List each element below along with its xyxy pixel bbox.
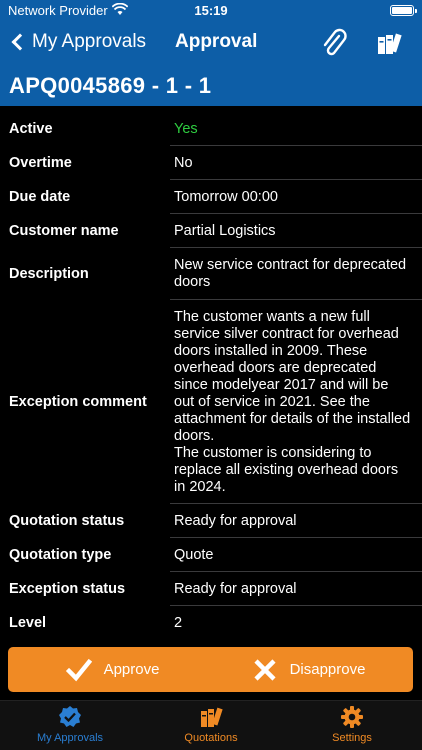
paperclip-icon[interactable] bbox=[320, 28, 348, 58]
field-label: Active bbox=[9, 121, 53, 137]
gear-icon bbox=[341, 706, 363, 728]
books-icon bbox=[201, 707, 223, 727]
field-row-exception-status: Exception status Ready for approval bbox=[0, 572, 422, 606]
tab-label: Quotations bbox=[184, 732, 238, 744]
chevron-left-icon bbox=[11, 33, 29, 51]
field-label: Description bbox=[9, 266, 89, 282]
field-label: Due date bbox=[9, 189, 71, 205]
field-value: Yes bbox=[174, 120, 198, 137]
field-value: Quote bbox=[174, 546, 214, 563]
tab-quotations[interactable]: Quotations bbox=[141, 705, 281, 744]
status-bar: Network Provider 15:19 bbox=[0, 0, 422, 22]
disapprove-label: Disapprove bbox=[289, 661, 366, 678]
field-value: Tomorrow 00:00 bbox=[174, 188, 278, 205]
field-value: New service contract for deprecated door… bbox=[174, 257, 407, 290]
field-label: Level bbox=[9, 615, 47, 631]
field-row-customer-name: Customer name Partial Logistics bbox=[0, 214, 422, 248]
tab-my-approvals[interactable]: My Approvals bbox=[0, 705, 140, 744]
field-row-exception-comment: Exception comment The customer wants a n… bbox=[0, 300, 422, 504]
checkmark-icon bbox=[65, 658, 92, 681]
books-icon[interactable] bbox=[376, 30, 402, 56]
field-label: Overtime bbox=[9, 155, 72, 171]
record-title: APQ0045869 - 1 - 1 bbox=[9, 73, 212, 98]
field-value: Ready for approval bbox=[174, 512, 297, 529]
page-title: Approval bbox=[175, 31, 258, 52]
field-row-due-date: Due date Tomorrow 00:00 bbox=[0, 180, 422, 214]
field-label: Quotation status bbox=[9, 513, 125, 529]
field-row-quotation-type: Quotation type Quote bbox=[0, 538, 422, 572]
approve-label: Approve bbox=[103, 661, 160, 678]
tab-settings[interactable]: Settings bbox=[282, 705, 422, 744]
field-value: No bbox=[174, 154, 193, 171]
field-value: Ready for approval bbox=[174, 580, 297, 597]
field-row-level: Level 2 bbox=[0, 606, 422, 640]
tab-bar: My Approvals Quotations Settings bbox=[0, 700, 422, 750]
check-badge-icon bbox=[59, 706, 81, 727]
back-label: My Approvals bbox=[32, 31, 147, 52]
tab-label: My Approvals bbox=[36, 732, 104, 744]
disapprove-button[interactable]: Disapprove bbox=[204, 647, 413, 692]
field-value: Partial Logistics bbox=[174, 222, 276, 239]
field-row-quotation-status: Quotation status Ready for approval bbox=[0, 504, 422, 538]
tab-label: Settings bbox=[332, 732, 372, 744]
field-row-description: Description New service contract for dep… bbox=[0, 248, 422, 300]
field-label: Exception comment bbox=[9, 394, 147, 410]
field-row-active: Active Yes bbox=[0, 112, 422, 146]
field-label: Quotation type bbox=[9, 547, 112, 563]
field-row-overtime: Overtime No bbox=[0, 146, 422, 180]
field-label: Exception status bbox=[9, 581, 126, 597]
back-button[interactable]: My Approvals bbox=[10, 31, 146, 53]
field-label: Customer name bbox=[9, 223, 119, 239]
approve-button[interactable]: Approve bbox=[8, 647, 217, 692]
close-icon bbox=[253, 658, 276, 681]
field-value: 2 bbox=[174, 614, 183, 631]
field-value: The customer wants a new full service si… bbox=[174, 308, 411, 495]
detail-list: Active Yes Overtime No Due date Tomorrow… bbox=[0, 112, 422, 640]
battery-icon bbox=[390, 5, 417, 16]
clock: 15:19 bbox=[194, 3, 228, 18]
navigation-bar: My Approvals Approval bbox=[0, 26, 422, 62]
